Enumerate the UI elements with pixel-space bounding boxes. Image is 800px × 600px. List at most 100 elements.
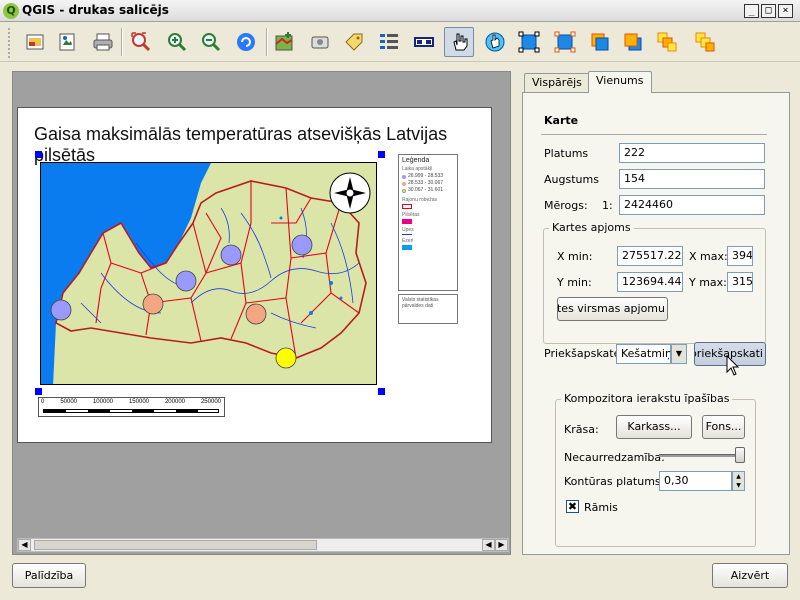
move-to-bottom-icon[interactable] [690,27,720,57]
opacity-label: Necaurredzamība: [564,451,665,464]
composer-canvas[interactable]: Gaisa maksimālās temperatūras atsevišķās… [12,71,511,555]
background-color-button[interactable]: Fons... [702,415,745,439]
legend-swatch-districts [402,204,454,209]
legend-item[interactable]: Leģenda Laika apstākļi 26.999 - 28.533 2… [398,154,458,291]
height-field[interactable]: 154 [619,169,765,189]
frame-checkbox[interactable]: ✖ [566,500,579,513]
scroll-right-arrow-icon[interactable]: ▶ [495,539,508,551]
zoom-full-icon[interactable] [126,27,156,57]
close-window-button[interactable]: × [778,4,793,18]
lower-icon[interactable] [618,27,648,57]
move-to-top-icon[interactable] [652,27,682,57]
scroll-thumb[interactable] [34,540,317,550]
maximize-button[interactable]: □ [761,4,776,18]
scale-tick: 200000 [164,399,185,405]
help-button[interactable]: Palīdzība [12,563,86,588]
legend-group-rivers: Upes [402,227,414,233]
data-source-label[interactable]: Valsts statistikas pārvaldes dati [398,294,458,324]
toolbar-separator [266,28,268,56]
scale-tick: 0 [41,399,45,405]
legend-swatch-rivers [402,234,454,235]
width-field[interactable]: 222 [619,143,765,163]
ymax-field[interactable]: 315 [727,272,753,292]
composer-item-properties-title: Kompozitora ierakstu īpašības [561,392,733,405]
scale-label: Mērogs: [544,199,588,212]
section-divider [541,134,767,135]
color-label: Krāsa: [564,423,599,436]
group-icon[interactable] [514,27,544,57]
print-icon[interactable] [88,27,118,57]
opacity-slider-handle[interactable] [735,447,745,463]
tab-item[interactable]: Vienums [588,71,652,93]
legend-group-lakes: Ezeri [402,238,414,244]
zoom-out-icon[interactable] [196,27,226,57]
outline-width-field[interactable]: 0,30 [659,471,732,491]
height-label: Augstums [544,173,599,186]
minimize-button[interactable]: _ [744,4,759,18]
legend-class-3: 30.067 - 31.601 [402,187,454,194]
composer-toolbar [0,22,800,62]
item-properties-panel: Vispārējs Vienums Karte Platums 222 Augs… [522,71,790,555]
raise-icon[interactable] [585,27,615,57]
legend-class-1: 26.999 - 28.533 [402,173,454,180]
selection-handle[interactable] [35,388,42,395]
legend-group-cities: Pilsētas [402,212,420,218]
ymin-field[interactable]: 123694.441 [617,272,683,292]
add-map-icon[interactable] [270,27,300,57]
selection-handle[interactable] [35,151,42,158]
spinbox-arrows-icon[interactable]: ▲ ▼ [732,471,745,491]
frame-color-button[interactable]: Karkass... [616,415,692,439]
legend-swatch-lakes [402,245,454,250]
width-label: Platums [544,147,589,160]
add-legend-icon[interactable] [374,27,404,57]
preview-label: Priekšapskate [544,347,621,360]
refresh-icon[interactable] [231,27,261,57]
horizontal-scrollbar[interactable]: ◀ ◀ ▶ [17,538,509,552]
tab-general[interactable]: Vispārējs [524,73,590,92]
frame-checkbox-label: Rāmis [584,501,618,514]
scale-tick: 150000 [128,399,149,405]
chevron-down-icon[interactable]: ▼ [671,344,687,364]
add-scalebar-icon[interactable] [409,27,439,57]
scale-bar-graphic [43,409,219,413]
xmax-label: X max: [689,250,728,263]
close-button[interactable]: Aizvērt [712,563,788,588]
composition-paper[interactable]: Gaisa maksimālās temperatūras atsevišķās… [17,107,492,443]
export-image-icon[interactable] [52,27,82,57]
toolbar-grip[interactable] [8,28,12,58]
north-arrow-icon [329,172,371,214]
scalebar-item[interactable]: 0 50000 100000 150000 200000 250000 [38,397,225,417]
legend-swatch-cities [402,219,454,224]
legend-group-weather: Laika apstākļi [402,166,433,172]
selection-handle[interactable] [378,151,385,158]
outline-width-label: Kontūras platums [564,475,661,488]
legend-title: Leģenda [402,157,430,164]
set-to-canvas-extent-button[interactable]: Iestatīt kā kartes virsmas apjomu [557,297,668,321]
scroll-left-arrow-icon[interactable]: ◀ [18,539,31,551]
scale-field[interactable]: 2424460 [619,195,765,215]
add-label-icon[interactable] [339,27,369,57]
xmax-field[interactable]: 394 [727,246,753,266]
legend-group-districts: Rajonu robežas [402,197,438,203]
ungroup-icon[interactable] [550,27,580,57]
add-image-icon[interactable] [305,27,335,57]
mouse-cursor-icon [726,355,740,376]
map-item[interactable] [40,162,377,385]
opacity-slider-track[interactable] [659,454,744,457]
legend-class-2: 28.533 - 30.067 [402,180,454,187]
preview-mode-select[interactable]: Kešatmiņa [616,344,671,364]
title-bar: Q QGIS - drukas salicējs _ □ × [0,0,800,22]
scroll-left-arrow-icon[interactable]: ◀ [482,539,495,551]
toolbar-separator [121,28,123,56]
xmin-field[interactable]: 275517.225 [617,246,683,266]
panel-tabs: Vispārējs Vienums [522,71,790,93]
selection-handle[interactable] [378,388,385,395]
map-extent-group-title: Kartes apjoms [549,221,634,234]
move-content-icon[interactable] [480,27,510,57]
zoom-in-icon[interactable] [162,27,192,57]
latvia-map [41,163,376,384]
select-move-icon[interactable] [444,27,474,57]
scale-tick: 50000 [60,399,77,405]
window-title: QGIS - drukas salicējs [22,3,169,17]
add-new-composer-icon[interactable] [20,27,50,57]
